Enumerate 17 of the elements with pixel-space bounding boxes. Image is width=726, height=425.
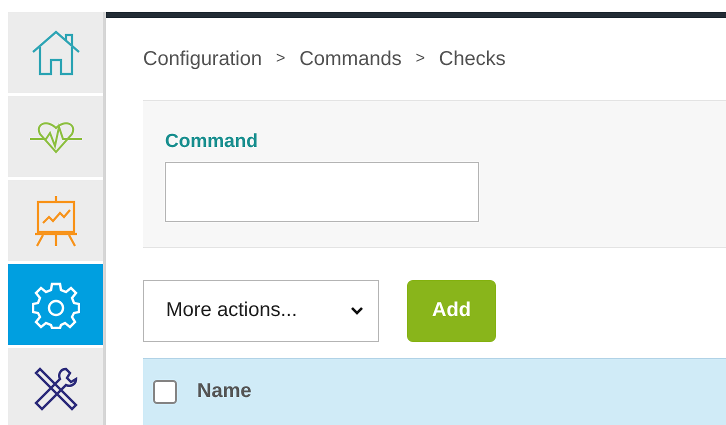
heart-monitor-icon xyxy=(28,120,82,154)
settings-icon xyxy=(32,280,80,328)
breadcrumb-link[interactable]: Commands xyxy=(299,48,402,71)
sidebar-item[interactable] xyxy=(8,348,103,425)
chevron-down-icon xyxy=(350,306,364,316)
select-all-checkbox[interactable] xyxy=(153,380,177,404)
home-icon xyxy=(30,30,82,76)
tools-icon xyxy=(32,364,80,412)
breadcrumb-link[interactable]: Configuration xyxy=(143,48,262,71)
actions-dropdown[interactable]: More actions... xyxy=(143,280,379,342)
presentation-chart-icon xyxy=(32,194,78,246)
breadcrumb-separator: > xyxy=(276,50,286,68)
column-header[interactable]: Name xyxy=(197,380,252,404)
breadcrumb-current: Checks xyxy=(438,48,506,71)
field-label: Command xyxy=(165,130,258,153)
command-input[interactable] xyxy=(165,162,479,222)
breadcrumb-separator: > xyxy=(416,50,425,68)
